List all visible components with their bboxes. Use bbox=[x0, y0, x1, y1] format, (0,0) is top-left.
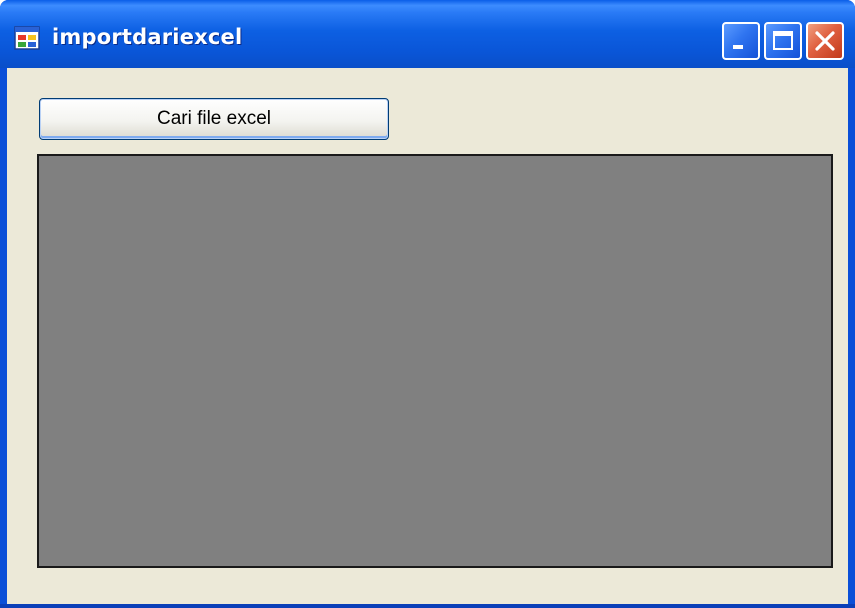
app-window: importdariexcel Cari file excel bbox=[0, 0, 855, 608]
maximize-icon bbox=[773, 31, 793, 50]
data-grid-view[interactable] bbox=[37, 154, 833, 568]
maximize-button[interactable] bbox=[764, 22, 802, 60]
minimize-icon bbox=[733, 45, 743, 49]
app-window-icon[interactable] bbox=[14, 26, 40, 50]
window-title: importdariexcel bbox=[52, 25, 243, 49]
browse-excel-button[interactable]: Cari file excel bbox=[39, 98, 389, 140]
window-bottom-border bbox=[0, 604, 855, 608]
close-icon bbox=[815, 31, 835, 51]
close-button[interactable] bbox=[806, 22, 844, 60]
minimize-button[interactable] bbox=[722, 22, 760, 60]
title-bar[interactable]: importdariexcel bbox=[0, 0, 855, 68]
